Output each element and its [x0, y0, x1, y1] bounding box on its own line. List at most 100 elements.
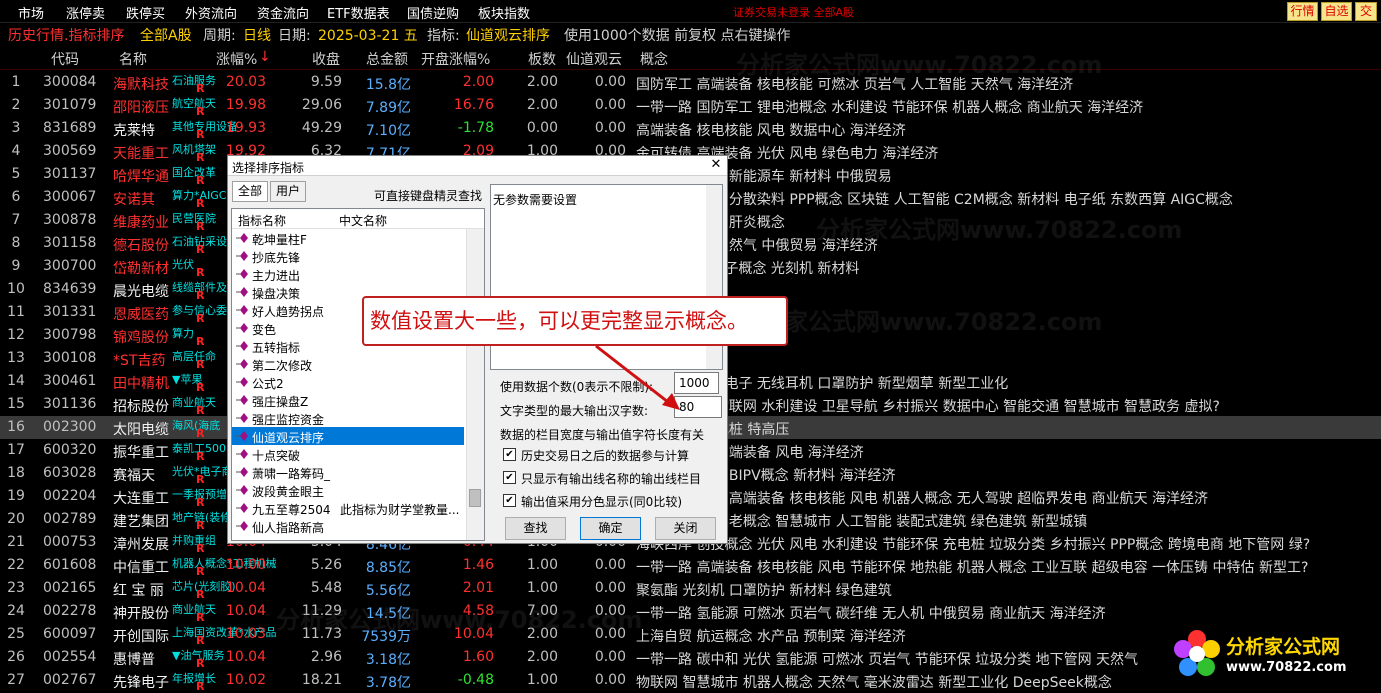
col-concept[interactable]: 概念: [640, 49, 668, 69]
table-row[interactable]: 1 300084 海默科技 石油服务 R 20.03 9.59 15.8亿 2.00 2.00 0.…: [0, 71, 1381, 95]
menu-foreign-flow[interactable]: 外资流向: [185, 3, 237, 22]
checkbox-history-label: 历史交易日之后的数据参与计算: [521, 449, 690, 463]
indicator-item[interactable]: 公式2: [232, 373, 464, 391]
stock-name: 招标股份: [113, 399, 169, 415]
table-row[interactable]: 22 601608 中信重工 机器人概念*工程机械 R 10.00 5.26 8.85亿 1.4…: [0, 554, 1381, 578]
stock-name: 神开股份: [113, 606, 169, 622]
stock-code: 600320: [43, 442, 97, 458]
tab-user[interactable]: 用户: [270, 181, 306, 202]
period-label: 周期:: [203, 28, 236, 44]
indicator-item[interactable]: 萧啸一路筹码_: [232, 463, 464, 481]
table-row[interactable]: 2 301079 邵阳液压 航空航天 R 19.98 29.06 7.89亿 16.76 2.00…: [0, 94, 1381, 118]
indicator-item[interactable]: 强庄操盘Z: [232, 391, 464, 409]
list-scrollbar[interactable]: [466, 229, 484, 540]
col-amount[interactable]: 总金额: [366, 49, 408, 69]
annotation-callout: 数值设置大一些，可以更完整显示概念。: [362, 296, 788, 346]
table-row[interactable]: 23 002165 红 宝 丽芯片(光刻胶) R 10.04 5.48 5.56亿 2.01 1…: [0, 577, 1381, 601]
indicator-name: 仙人指路新高: [252, 521, 325, 535]
industry-tag: 算力: [172, 327, 194, 340]
col-code[interactable]: 代码: [51, 49, 79, 69]
list-col-cn[interactable]: 中文名称: [339, 212, 387, 229]
checkbox-color-label: 输出值采用分色显示(同0比较): [521, 495, 682, 509]
col-pct[interactable]: 涨幅%: [216, 49, 257, 69]
list-col-name[interactable]: 指标名称: [238, 212, 286, 229]
col-price[interactable]: 收盘: [312, 49, 340, 69]
search-hint: 可直接键盘精灵查找: [374, 189, 483, 203]
xdgy-value: 0.00: [594, 672, 626, 688]
stock-name: 开创国际: [113, 629, 169, 645]
stock-name: 振华重工: [113, 445, 169, 461]
col-open-pct[interactable]: 开盘涨幅%: [421, 49, 490, 69]
menu-market[interactable]: 市场: [18, 3, 44, 22]
checkbox-named-only[interactable]: ✔: [503, 471, 516, 484]
checkbox-color[interactable]: ✔: [503, 494, 516, 507]
max-chars-input[interactable]: 80: [674, 396, 722, 418]
indicator-list[interactable]: 指标名称 中文名称 乾坤量柱F 抄底先锋 主力进出 操盘决策 好人趋势拐点 变色 五转指标第…: [231, 208, 485, 541]
change-pct: 10.02: [225, 672, 266, 688]
col-xdgy[interactable]: 仙道观云: [566, 49, 622, 69]
indicator-item[interactable]: 乾坤量柱F: [232, 229, 464, 247]
open-change-pct: 1.60: [462, 649, 494, 665]
total-amount: 3.18亿: [365, 652, 411, 668]
data-count-input[interactable]: 1000: [674, 372, 719, 394]
open-change-pct: 16.76: [453, 97, 494, 113]
indicator-value[interactable]: 仙道观云排序: [466, 25, 550, 45]
indicator-name: 强庄操盘Z: [252, 395, 309, 409]
stock-name: 晨光电缆: [113, 284, 169, 300]
board-count: 2.00: [526, 626, 558, 642]
info-note: 使用1000个数据 前复权 点右键操作: [564, 28, 791, 44]
concept-list: 国防军工 高端装备 核电核能 可燃冰 页岩气 人工智能 天然气 海洋经济: [636, 77, 1074, 93]
stock-code: 301137: [43, 166, 97, 182]
table-row[interactable]: 3 831689 克莱特 其他专用设备 R 19.93 49.29 7.10亿 -1.78 0.0…: [0, 117, 1381, 141]
stock-name: 克莱特: [113, 123, 155, 139]
quote-button[interactable]: 行情: [1287, 2, 1318, 21]
menu-sector-index[interactable]: 板块指数: [478, 3, 530, 22]
indicator-name: 萧啸一路筹码_: [252, 467, 331, 481]
checkbox-history[interactable]: ✔: [503, 448, 516, 461]
indicator-item[interactable]: 九五至尊2504 此指标为财学堂教量...: [232, 499, 464, 517]
dialog-titlebar[interactable]: 选择排序指标 ✕: [228, 156, 727, 176]
concept-list: 一带一路 国防军工 锂电池概念 水利建设 节能环保 机器人概念 商业航天 海洋经…: [636, 100, 1144, 116]
market-name[interactable]: 全部A股: [140, 25, 192, 45]
indicator-item[interactable]: 十点突破: [232, 445, 464, 463]
logo-title: 分析家公式网: [1226, 636, 1341, 658]
table-row[interactable]: 24 002278 神开股份 商业航天 R 10.04 11.29 14.5亿 4.58 7.00…: [0, 600, 1381, 624]
change-pct: 10.04: [225, 580, 266, 596]
period-value[interactable]: 日线: [243, 25, 271, 45]
change-pct: 20.03: [225, 74, 266, 90]
xdgy-value: 0.00: [594, 97, 626, 113]
stock-code: 300569: [43, 143, 97, 159]
stock-name: 天能重工: [113, 146, 169, 162]
menu-limit-down-buy[interactable]: 跌停买: [126, 3, 165, 22]
indicator-item[interactable]: 强庄监控资金: [232, 409, 464, 427]
menu-reverse-repo[interactable]: 国债逆购: [407, 3, 459, 22]
indicator-item[interactable]: 仙道观云排序: [232, 427, 464, 445]
menu-etf-table[interactable]: ETF数据表: [327, 3, 390, 22]
row-index: 17: [7, 442, 25, 458]
board-count: 1.00: [526, 672, 558, 688]
row-index: 9: [11, 258, 21, 274]
ok-button[interactable]: 确定: [580, 517, 641, 540]
indicator-item[interactable]: 波段黄金眼主: [232, 481, 464, 499]
menu-capital-flow[interactable]: 资金流向: [257, 3, 309, 22]
scrollbar-thumb[interactable]: [469, 489, 481, 507]
indicator-item[interactable]: 第二次修改: [232, 355, 464, 373]
indicator-item[interactable]: 仙人指路新高: [232, 517, 464, 535]
trade-button[interactable]: 交: [1355, 2, 1377, 21]
menu-limit-up-sell[interactable]: 涨停卖: [66, 3, 105, 22]
stock-code: 300067: [43, 189, 97, 205]
indicator-item[interactable]: 抄底先锋: [232, 247, 464, 265]
tab-all[interactable]: 全部: [232, 181, 268, 202]
indicator-name: 变色: [252, 323, 277, 337]
close-icon[interactable]: ✕: [708, 158, 724, 173]
date-value[interactable]: 2025-03-21 五: [318, 25, 418, 45]
find-button[interactable]: 查找: [505, 517, 566, 540]
col-board[interactable]: 板数: [528, 49, 556, 69]
col-name[interactable]: 名称: [119, 49, 147, 69]
formula-icon: [236, 521, 248, 531]
stock-name: 漳州发展: [113, 537, 169, 553]
stock-code: 002554: [43, 649, 97, 665]
indicator-item[interactable]: 主力进出: [232, 265, 464, 283]
close-button[interactable]: 关闭: [655, 517, 716, 540]
watchlist-button[interactable]: 自选: [1321, 2, 1352, 21]
